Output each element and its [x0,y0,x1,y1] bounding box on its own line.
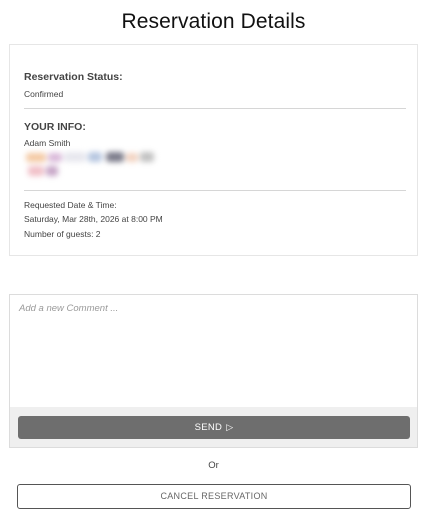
guest-name: Adam Smith [24,138,71,148]
number-of-guests: Number of guests: 2 [24,229,101,239]
requested-datetime-value: Saturday, Mar 28th, 2026 at 8:00 PM [24,214,163,224]
divider [24,190,406,191]
send-button[interactable]: SEND ▷ [18,416,410,439]
page-title: Reservation Details [121,10,306,33]
cancel-reservation-button[interactable]: CANCEL RESERVATION [17,484,411,509]
comment-input[interactable] [10,295,417,407]
reservation-details-card: Reservation Status: Confirmed YOUR INFO:… [9,44,418,256]
your-info-label: YOUR INFO: [24,121,86,133]
send-arrow-icon: ▷ [226,422,234,432]
or-separator: Or [208,460,219,471]
reservation-status-value: Confirmed [24,89,64,99]
comment-box: SEND▷ [9,294,418,448]
requested-datetime-label: Requested Date & Time: [24,200,117,210]
send-button-label: SEND [194,422,223,433]
reservation-status-label: Reservation Status: [24,71,123,83]
redacted-contact-info [26,152,158,178]
comment-footer: SEND ▷ [10,407,417,447]
divider [24,108,406,109]
